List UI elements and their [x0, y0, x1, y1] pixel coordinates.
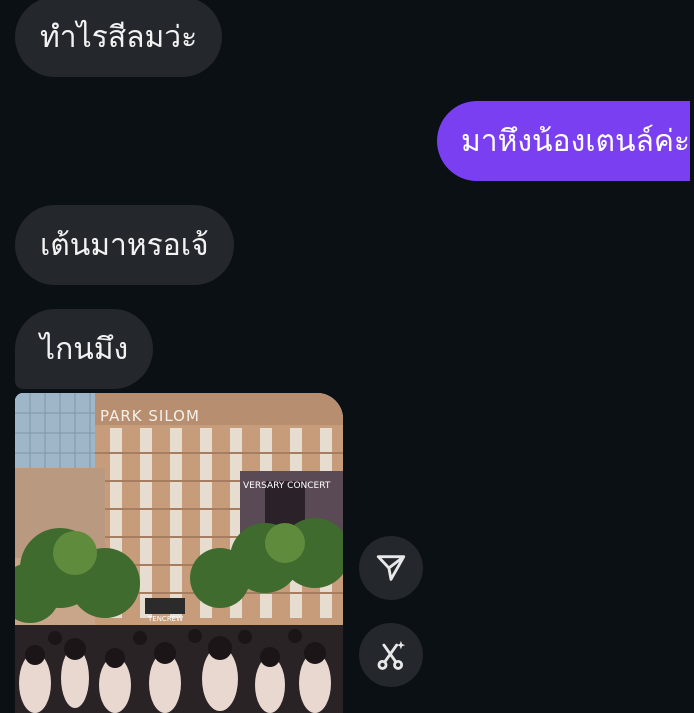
share-button[interactable]: [359, 536, 423, 600]
message-text: เต้นมาหรอเจ้: [40, 227, 209, 263]
message-text: ไกนมึง: [40, 331, 129, 367]
photo-message[interactable]: PARK SILOM VERSARY CONCERT TENCREW: [15, 393, 343, 713]
concert-photo: PARK SILOM VERSARY CONCERT TENCREW: [15, 393, 343, 713]
message-received-1[interactable]: ทำไรสีลมว่ะ: [15, 0, 223, 77]
screen-banner: VERSARY CONCERT: [243, 481, 331, 491]
send-icon: [376, 555, 406, 581]
message-received-2[interactable]: เต้นมาหรอเจ้: [15, 205, 234, 285]
message-text: ทำไรสีลมว่ะ: [40, 19, 198, 55]
building-sign: PARK SILOM: [100, 407, 200, 425]
remix-button[interactable]: [359, 623, 423, 687]
message-received-3[interactable]: ไกนมึง: [15, 309, 154, 389]
message-text: มาหึงน้องเตนล์ค่ะ: [461, 123, 691, 159]
stage-sign: TENCREW: [147, 615, 183, 623]
sparkle-scissors-icon: [377, 640, 406, 670]
message-sent-1[interactable]: มาหึงน้องเตนล์ค่ะ: [437, 101, 691, 181]
